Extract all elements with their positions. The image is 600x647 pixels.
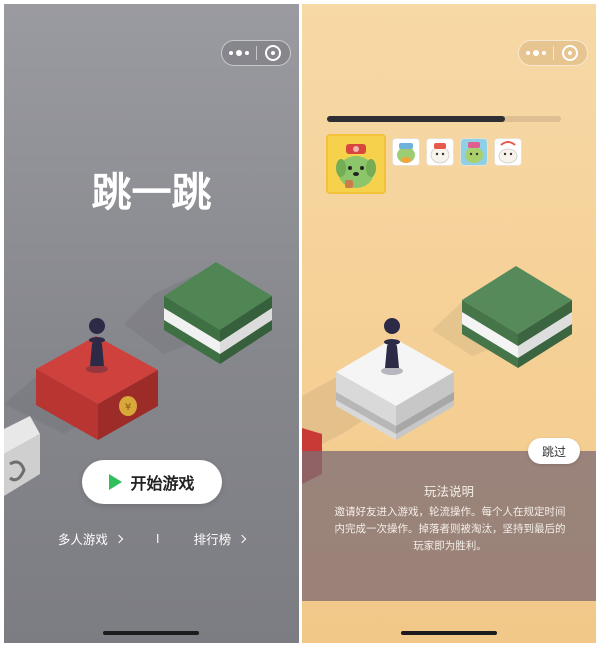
leaderboard-link[interactable]: 排行榜 xyxy=(193,529,247,548)
link-divider: I xyxy=(155,531,160,546)
chevron-right-icon xyxy=(237,534,247,543)
green-block xyxy=(164,262,272,364)
leaderboard-label: 排行榜 xyxy=(193,532,232,547)
skip-button[interactable]: 跳过 xyxy=(528,438,580,464)
home-indicator xyxy=(401,631,497,635)
tutorial-screen: 玩法说明 邀请好友进入游戏，轮流操作。每个人在规定时间内完成一次操作。掉落者则被… xyxy=(302,4,596,643)
rules-description: 邀请好友进入游戏，轮流操作。每个人在规定时间内完成一次操作。掉落者则被淘汰，坚持… xyxy=(334,506,566,552)
rules-title: 玩法说明 xyxy=(423,484,474,499)
home-screen: 跳一跳 ¥ 开始游戏 多人游戏 I 排行榜 xyxy=(4,4,299,643)
rules-overlay: 玩法说明 邀请好友进入游戏，轮流操作。每个人在规定时间内完成一次操作。掉落者则被… xyxy=(302,451,596,601)
multiplayer-link[interactable]: 多人游戏 xyxy=(57,529,124,548)
multiplayer-label: 多人游戏 xyxy=(57,532,108,547)
white-block xyxy=(4,416,40,496)
play-icon xyxy=(109,474,123,490)
home-links: 多人游戏 I 排行榜 xyxy=(4,529,299,548)
start-game-label: 开始游戏 xyxy=(130,474,195,493)
start-game-button[interactable]: 开始游戏 xyxy=(82,460,222,504)
chevron-right-icon xyxy=(114,534,124,543)
coin-symbol: ¥ xyxy=(125,402,131,413)
home-indicator xyxy=(103,631,199,635)
